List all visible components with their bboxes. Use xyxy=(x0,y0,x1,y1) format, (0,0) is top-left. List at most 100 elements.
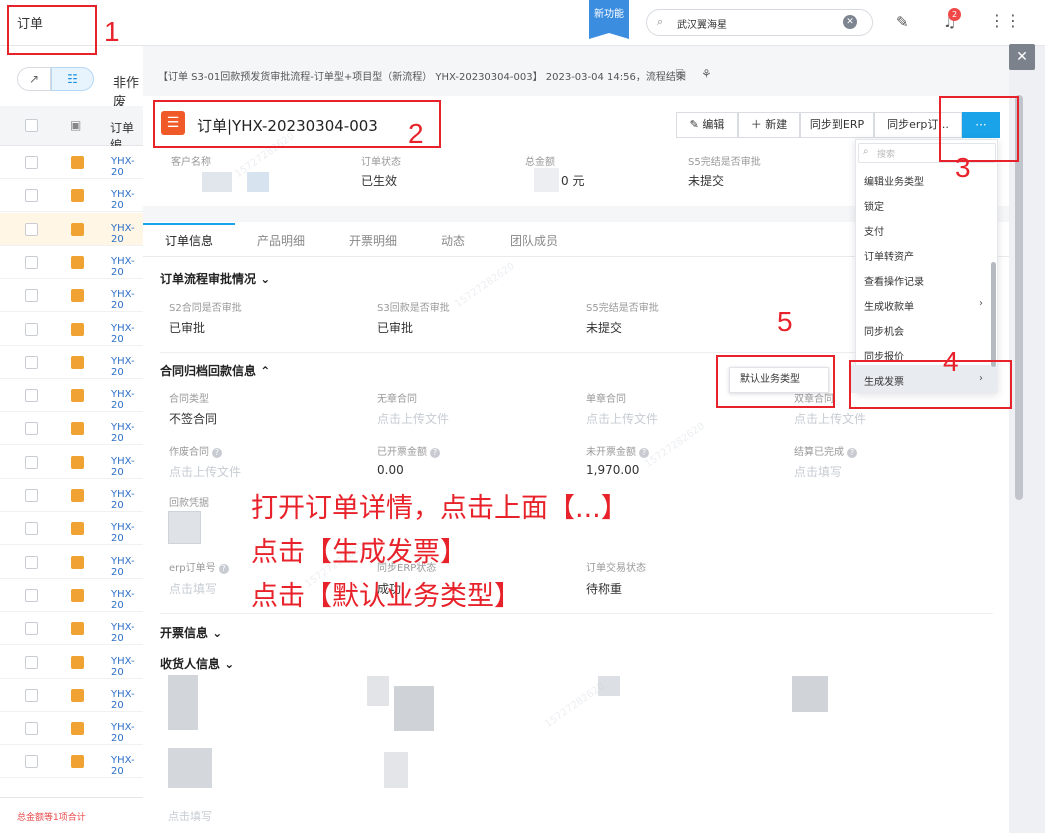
contract-section-title[interactable]: 合同归档回款信息 ⌃ xyxy=(160,362,270,379)
order-row-icon xyxy=(71,555,84,569)
contract-field-value: 0.00 xyxy=(377,463,404,477)
invoice-section-title[interactable]: 开票信息 ⌄ xyxy=(160,624,222,641)
copy-icon[interactable]: ⎘ xyxy=(676,67,686,82)
upload-or-fill-link[interactable]: 点击上传文件 xyxy=(794,410,866,427)
blurred-receiver-5 xyxy=(792,676,828,712)
dropdown-search-input[interactable]: 搜索 xyxy=(877,147,895,160)
receiver-section-title[interactable]: 收货人信息 ⌄ xyxy=(160,655,234,672)
row-checkbox[interactable] xyxy=(25,555,38,569)
flow-icon[interactable]: ⚘ xyxy=(701,67,712,81)
order-link[interactable]: YHX-20 xyxy=(111,622,143,644)
help-icon[interactable]: ? xyxy=(430,448,440,458)
row-checkbox[interactable] xyxy=(25,655,38,669)
order-link[interactable]: YHX-20 xyxy=(111,223,143,245)
tab-4[interactable]: 动态 xyxy=(441,232,465,249)
order-link[interactable]: YHX-20 xyxy=(111,489,143,511)
tab-3[interactable]: 开票明细 xyxy=(349,232,397,249)
row-checkbox[interactable] xyxy=(25,755,38,769)
upload-or-fill-link[interactable]: 点击上传文件 xyxy=(169,463,241,480)
search-box[interactable]: ⌕ 武汉翼海星 ✕ xyxy=(646,9,873,36)
clear-icon[interactable]: ✕ xyxy=(843,15,857,29)
row-checkbox[interactable] xyxy=(25,722,38,736)
apps-grid-icon[interactable]: ⋮⋮ xyxy=(989,11,1021,30)
upload-or-fill-link[interactable]: 点击上传文件 xyxy=(586,410,658,427)
row-checkbox[interactable] xyxy=(25,255,38,269)
filter-tab[interactable]: 非作废 xyxy=(113,72,143,110)
row-checkbox[interactable] xyxy=(25,189,38,203)
edit-button[interactable]: ✎ 编辑 xyxy=(676,112,738,138)
row-checkbox[interactable] xyxy=(25,688,38,702)
order-link[interactable]: YHX-20 xyxy=(111,522,143,544)
approval-section-title[interactable]: 订单流程审批情况 ⌄ xyxy=(160,270,270,287)
select-all-checkbox[interactable] xyxy=(25,119,38,132)
order-link[interactable]: YHX-20 xyxy=(111,422,143,444)
order-link[interactable]: YHX-20 xyxy=(111,689,143,711)
order-link[interactable]: YHX-20 xyxy=(111,289,143,311)
blurred-receiver-7 xyxy=(384,752,408,788)
menu-item[interactable]: 锁定 xyxy=(864,198,884,213)
row-checkbox[interactable] xyxy=(25,289,38,303)
menu-item[interactable]: 支付 xyxy=(864,223,884,238)
order-link[interactable]: YHX-20 xyxy=(111,556,143,578)
order-link[interactable]: YHX-20 xyxy=(111,755,143,777)
order-row-icon xyxy=(71,688,84,702)
new-button[interactable]: ＋ 新建 xyxy=(738,112,800,138)
help-icon[interactable]: ? xyxy=(639,448,649,458)
order-link[interactable]: YHX-20 xyxy=(111,323,143,345)
tab-2[interactable]: 产品明细 xyxy=(257,232,305,249)
row-checkbox[interactable] xyxy=(25,355,38,369)
order-link[interactable]: YHX-20 xyxy=(111,256,143,278)
order-link[interactable]: YHX-20 xyxy=(111,356,143,378)
row-checkbox[interactable] xyxy=(25,222,38,236)
row-checkbox[interactable] xyxy=(25,455,38,469)
upload-or-fill-link[interactable]: 点击填写 xyxy=(794,463,842,480)
order-row-icon xyxy=(71,422,84,436)
row-checkbox[interactable] xyxy=(25,156,38,169)
order-link[interactable]: YHX-20 xyxy=(111,456,143,478)
order-link[interactable]: YHX-20 xyxy=(111,722,143,744)
row-checkbox[interactable] xyxy=(25,389,38,403)
new-feature-badge[interactable]: 新功能 xyxy=(589,0,629,33)
list-view-icon[interactable]: ☷ xyxy=(51,67,94,91)
tab-1[interactable]: 订单信息 xyxy=(165,232,213,249)
row-checkbox[interactable] xyxy=(25,322,38,336)
note-icon[interactable]: ✎ xyxy=(896,13,909,31)
search-input[interactable]: 武汉翼海星 xyxy=(677,16,727,31)
dropdown-scrollbar[interactable] xyxy=(991,262,996,367)
approval-field-value: 已审批 xyxy=(377,321,414,335)
help-icon[interactable]: ? xyxy=(847,448,857,458)
order-link[interactable]: YHX-20 xyxy=(111,589,143,611)
tab-5[interactable]: 团队成员 xyxy=(510,232,558,249)
menu-item[interactable]: 查看操作记录 xyxy=(864,273,924,288)
order-link[interactable]: YHX-20 xyxy=(111,656,143,678)
row-checkbox[interactable] xyxy=(25,588,38,602)
chart-view-icon[interactable]: ↗ xyxy=(17,67,51,91)
row-checkbox[interactable] xyxy=(25,489,38,502)
row-checkbox[interactable] xyxy=(25,422,38,436)
chevron-down-icon: ⌄ xyxy=(212,626,223,640)
receipt-thumbnail[interactable] xyxy=(168,511,201,544)
upload-or-fill-link[interactable]: 点击填写 xyxy=(169,580,217,597)
upload-or-fill-link[interactable]: 点击上传文件 xyxy=(377,410,449,427)
help-icon[interactable]: ? xyxy=(212,448,222,458)
row-checkbox[interactable] xyxy=(25,622,38,636)
footer-summary: 总金额等1项合计 xyxy=(17,813,86,823)
instruction-line-2: 点击【生成发票】 xyxy=(251,537,467,568)
annotation-number-5: 5 xyxy=(777,306,793,337)
blurred-receiver-2 xyxy=(367,676,389,706)
help-icon[interactable]: ? xyxy=(218,564,229,574)
sync-erp-button[interactable]: 同步到ERP xyxy=(800,112,874,138)
close-icon[interactable]: ✕ xyxy=(1009,44,1035,70)
order-link[interactable]: YHX-20 xyxy=(111,389,143,411)
menu-item[interactable]: 生成收款单 xyxy=(864,298,914,313)
order-row-icon xyxy=(71,722,84,736)
order-link[interactable]: YHX-20 xyxy=(111,189,143,211)
order-link[interactable]: YHX-20 xyxy=(111,156,143,178)
contract-field-label: 未开票金额? xyxy=(586,443,649,458)
menu-item[interactable]: 编辑业务类型 xyxy=(864,173,924,188)
receiver-title-text: 收货人信息 xyxy=(160,657,221,671)
menu-item[interactable]: 同步机会 xyxy=(864,323,904,338)
menu-item[interactable]: 订单转资产 xyxy=(864,248,914,263)
row-checkbox[interactable] xyxy=(25,522,38,536)
bottom-fill-hint[interactable]: 点击填写 xyxy=(168,808,212,824)
